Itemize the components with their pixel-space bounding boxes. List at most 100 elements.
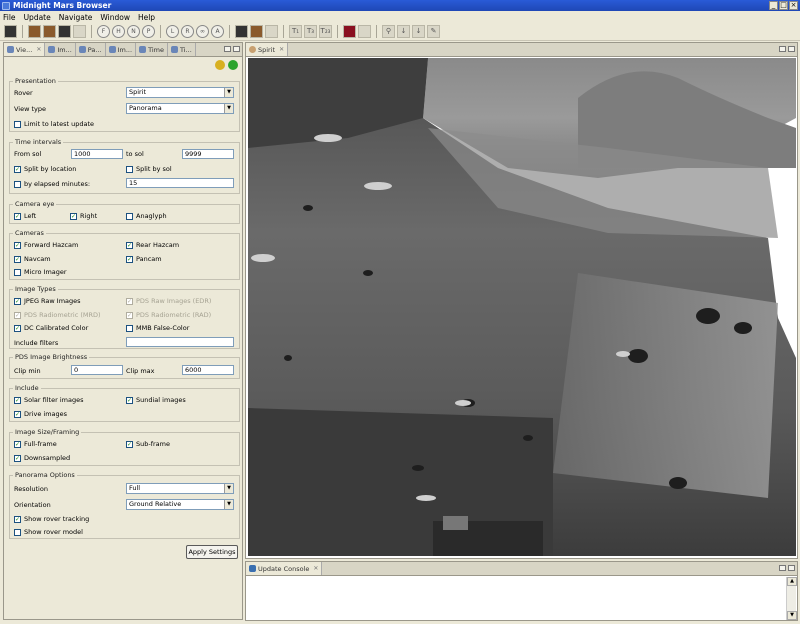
solar-filter-checkbox[interactable]: ✓ Solar filter images <box>14 396 83 404</box>
to-sol-field[interactable]: 9999 <box>182 149 234 159</box>
checkbox-icon <box>126 212 133 220</box>
elapsed-minutes-checkbox[interactable]: by elapsed minutes: <box>14 180 90 188</box>
minimize-view-icon[interactable] <box>779 565 786 571</box>
split-location-checkbox[interactable]: ✓ Split by location <box>14 165 76 173</box>
menu-help[interactable]: Help <box>138 13 155 22</box>
view-type-select[interactable]: Panorama ▼ <box>126 103 234 114</box>
jpeg-raw-checkbox[interactable]: ✓ JPEG Raw Images <box>14 297 81 305</box>
tab-view[interactable]: Vie... ✕ <box>4 43 46 56</box>
full-frame-checkbox[interactable]: ✓ Full-frame <box>14 440 57 448</box>
menu-navigate[interactable]: Navigate <box>59 13 93 22</box>
right-eye-checkbox[interactable]: ✓ Right <box>70 212 97 220</box>
tab-spirit[interactable]: Spirit ✕ <box>246 43 289 56</box>
eye-stereo-icon[interactable]: ∞ <box>196 25 209 38</box>
limit-latest-checkbox[interactable]: Limit to latest update <box>14 120 94 128</box>
time-t23-button[interactable]: T₂₃ <box>319 25 332 38</box>
record-icon[interactable] <box>343 25 356 38</box>
info-icon <box>108 46 116 53</box>
include-filters-field[interactable] <box>126 337 234 347</box>
pancam-checkbox[interactable]: ✓ Pancam <box>126 255 162 263</box>
sundial-checkbox[interactable]: ✓ Sundial images <box>126 396 186 404</box>
thumbnail-icon[interactable] <box>28 25 41 38</box>
navcam-checkbox[interactable]: ✓ Navcam <box>14 255 51 263</box>
filter-n-button[interactable]: N <box>127 25 140 38</box>
rover-tracking-checkbox[interactable]: ✓ Show rover tracking <box>14 515 89 523</box>
refresh-icon[interactable] <box>228 60 238 70</box>
time-t1-button[interactable]: T₁ <box>289 25 302 38</box>
filter-h-button[interactable]: H <box>112 25 125 38</box>
check-icon: ✓ <box>14 440 21 448</box>
pds-radiometric-rad-checkbox[interactable]: ✓ PDS Radiometric (RAD) <box>126 311 211 319</box>
grid-icon[interactable] <box>73 25 86 38</box>
minimize-icon[interactable]: _ <box>769 1 778 10</box>
view-1-icon[interactable] <box>235 25 248 38</box>
left-eye-checkbox[interactable]: ✓ Left <box>14 212 36 220</box>
sub-frame-checkbox[interactable]: ✓ Sub-frame <box>126 440 170 448</box>
rover-select[interactable]: Spirit ▼ <box>126 87 234 98</box>
menu-update[interactable]: Update <box>24 13 51 22</box>
menu-file[interactable]: File <box>3 13 16 22</box>
clip-min-field[interactable]: 0 <box>71 365 123 375</box>
console-scrollbar[interactable]: ▲ ▼ <box>786 577 797 620</box>
minimize-view-icon[interactable] <box>224 46 231 52</box>
pds-raw-checkbox[interactable]: ✓ PDS Raw Images (EDR) <box>126 297 211 305</box>
maximize-icon[interactable]: □ <box>779 1 788 10</box>
elapsed-minutes-field[interactable]: 15 <box>126 178 234 188</box>
mmb-false-color-checkbox[interactable]: MMB False-Color <box>126 324 189 332</box>
view-3-icon[interactable] <box>265 25 278 38</box>
clip-max-field[interactable]: 6000 <box>182 365 234 375</box>
menu-window[interactable]: Window <box>100 13 130 22</box>
export-icon[interactable] <box>358 25 371 38</box>
edit-icon[interactable]: ✎ <box>427 25 440 38</box>
download-icon[interactable]: ↓ <box>397 25 410 38</box>
camera-icon[interactable] <box>4 25 17 38</box>
tab-time[interactable]: Time <box>136 43 168 56</box>
filter-p-button[interactable]: P <box>142 25 155 38</box>
time-t3-button[interactable]: T₃ <box>304 25 317 38</box>
maximize-view-icon[interactable] <box>788 565 795 571</box>
forward-hazcam-checkbox[interactable]: ✓ Forward Hazcam <box>14 241 78 249</box>
rear-hazcam-checkbox[interactable]: ✓ Rear Hazcam <box>126 241 179 249</box>
thumbnail-2-icon[interactable] <box>43 25 56 38</box>
mars-panorama-image[interactable] <box>248 58 796 556</box>
close-icon[interactable]: ✕ <box>36 46 41 53</box>
dc-calibrated-checkbox[interactable]: ✓ DC Calibrated Color <box>14 324 88 332</box>
tab-panorama[interactable]: Pa... <box>76 43 106 56</box>
scroll-down-icon[interactable]: ▼ <box>787 611 797 620</box>
view-2-icon[interactable] <box>250 25 263 38</box>
limit-latest-label: Limit to latest update <box>24 120 95 128</box>
drive-images-checkbox[interactable]: ✓ Drive images <box>14 410 67 418</box>
maximize-view-icon[interactable] <box>233 46 240 52</box>
eye-l-button[interactable]: L <box>166 25 179 38</box>
pds-radiometric-mrd-checkbox[interactable]: ✓ PDS Radiometric (MRD) <box>14 311 101 319</box>
orientation-select[interactable]: Ground Relative ▼ <box>126 499 234 510</box>
tab-timeline[interactable]: Ti... <box>168 43 196 56</box>
tab-image-info[interactable]: Im... <box>106 43 137 56</box>
micro-imager-checkbox[interactable]: Micro Imager <box>14 268 67 276</box>
panorama-icon[interactable] <box>58 25 71 38</box>
apply-settings-button[interactable]: Apply Settings <box>186 545 238 559</box>
downsampled-checkbox[interactable]: ✓ Downsampled <box>14 454 70 462</box>
pin-icon[interactable]: ⚲ <box>382 25 395 38</box>
rover-model-checkbox[interactable]: Show rover model <box>14 528 83 536</box>
from-sol-field[interactable]: 1000 <box>71 149 123 159</box>
download-2-icon[interactable]: ↓ <box>412 25 425 38</box>
close-icon[interactable]: ✕ <box>279 46 284 53</box>
anaglyph-checkbox[interactable]: Anaglyph <box>126 212 167 220</box>
forward-hazcam-label: Forward Hazcam <box>24 241 79 249</box>
eye-a-button[interactable]: A <box>211 25 224 38</box>
minimize-view-icon[interactable] <box>779 46 786 52</box>
split-sol-checkbox[interactable]: Split by sol <box>126 165 172 173</box>
tab-images[interactable]: Im... <box>45 43 76 56</box>
resolution-select[interactable]: Full ▼ <box>126 483 234 494</box>
close-icon[interactable]: ✕ <box>313 565 318 572</box>
tab-update-console[interactable]: Update Console ✕ <box>246 562 323 575</box>
image-types-group: Image Types ✓ JPEG Raw Images ✓ PDS Raw Im… <box>9 285 240 349</box>
sub-frame-label: Sub-frame <box>136 440 170 448</box>
back-icon[interactable] <box>215 60 225 70</box>
close-icon[interactable]: × <box>789 1 798 10</box>
eye-r-button[interactable]: R <box>181 25 194 38</box>
scroll-up-icon[interactable]: ▲ <box>787 577 797 586</box>
maximize-view-icon[interactable] <box>788 46 795 52</box>
filter-f-button[interactable]: F <box>97 25 110 38</box>
